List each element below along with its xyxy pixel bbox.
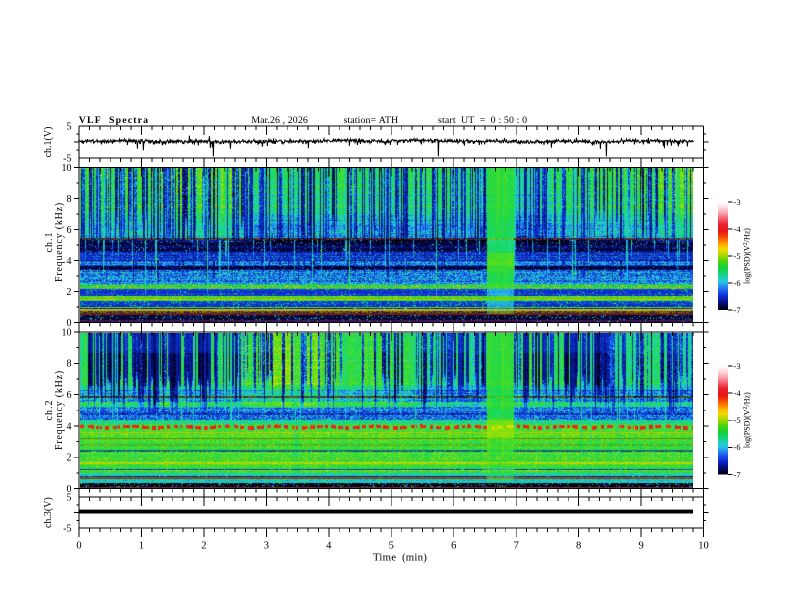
svg-text:10: 10 bbox=[62, 163, 72, 174]
svg-text:3: 3 bbox=[264, 540, 269, 551]
svg-text:2: 2 bbox=[67, 287, 72, 298]
svg-text:-3: -3 bbox=[734, 361, 741, 371]
svg-text:2: 2 bbox=[201, 540, 206, 551]
svg-text:5: 5 bbox=[389, 540, 394, 551]
svg-text:10: 10 bbox=[698, 540, 709, 551]
svg-text:ch.1(V): ch.1(V) bbox=[43, 127, 54, 158]
svg-text:VLF Spectra: VLF Spectra bbox=[79, 115, 149, 126]
svg-text:Frequency (kHz): Frequency (kHz) bbox=[54, 370, 65, 450]
svg-text:-4: -4 bbox=[734, 388, 742, 398]
svg-text:0: 0 bbox=[67, 484, 72, 495]
svg-text:log(PSD)(V2/Hz): log(PSD)(V2/Hz) bbox=[743, 392, 752, 448]
svg-text:2: 2 bbox=[67, 453, 72, 464]
svg-text:Time (min): Time (min) bbox=[373, 552, 427, 564]
svg-text:Frequency (kHz): Frequency (kHz) bbox=[54, 202, 65, 282]
svg-text:-5: -5 bbox=[734, 251, 741, 261]
svg-text:4: 4 bbox=[67, 421, 72, 432]
svg-text:0: 0 bbox=[76, 540, 81, 551]
svg-text:1: 1 bbox=[139, 540, 144, 551]
svg-text:-5: -5 bbox=[63, 524, 71, 535]
svg-text:4: 4 bbox=[67, 256, 72, 267]
svg-text:ch.3(V): ch.3(V) bbox=[43, 497, 54, 528]
svg-text:Mar.26 , 2026: Mar.26 , 2026 bbox=[251, 115, 308, 126]
svg-text:8: 8 bbox=[67, 359, 72, 370]
svg-text:6: 6 bbox=[451, 540, 456, 551]
svg-text:-7: -7 bbox=[734, 469, 741, 479]
svg-text:log(PSD)(V2/Hz): log(PSD)(V2/Hz) bbox=[743, 228, 752, 284]
svg-text:5: 5 bbox=[67, 121, 72, 132]
svg-text:-6: -6 bbox=[734, 278, 741, 288]
svg-text:-5: -5 bbox=[734, 415, 741, 425]
svg-text:station= ATH: station= ATH bbox=[344, 115, 399, 126]
svg-text:-6: -6 bbox=[734, 442, 741, 452]
svg-text:4: 4 bbox=[326, 540, 332, 551]
svg-text:8: 8 bbox=[576, 540, 581, 551]
svg-text:6: 6 bbox=[67, 390, 72, 401]
svg-text:7: 7 bbox=[514, 540, 519, 551]
svg-text:10: 10 bbox=[62, 327, 72, 338]
svg-text:-3: -3 bbox=[734, 197, 741, 207]
svg-text:start UT = 0 : 50 : 0: start UT = 0 : 50 : 0 bbox=[438, 115, 527, 126]
svg-text:9: 9 bbox=[638, 540, 643, 551]
svg-text:-4: -4 bbox=[734, 224, 742, 234]
svg-text:-7: -7 bbox=[734, 305, 741, 315]
svg-text:8: 8 bbox=[67, 194, 72, 205]
svg-text:6: 6 bbox=[67, 225, 72, 236]
